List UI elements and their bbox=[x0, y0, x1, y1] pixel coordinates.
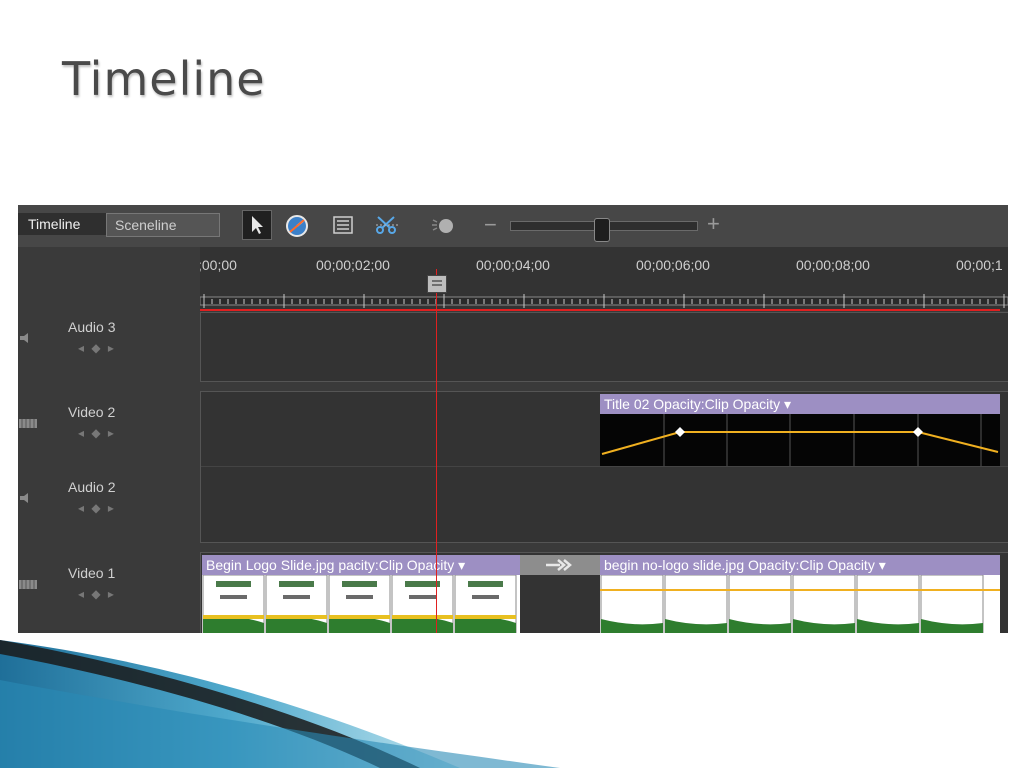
track-header-video-1[interactable]: Video 1 ◂ ◆ ▸ bbox=[18, 565, 200, 625]
track-name: Video 2 bbox=[68, 404, 116, 420]
decorative-swoosh bbox=[0, 640, 560, 768]
clip-thumbnails bbox=[202, 575, 520, 633]
ruler-ticks bbox=[200, 294, 1008, 308]
slide-title: Timeline bbox=[62, 52, 266, 106]
timecode-label: 00;00;04;00 bbox=[476, 257, 550, 273]
clip-opacity-label: pacity:Clip Opacity ▾ bbox=[338, 557, 466, 573]
transition-arrow-icon[interactable] bbox=[520, 555, 600, 575]
timecode-label: 00;00;1 bbox=[956, 257, 1003, 273]
timecode-label: 00;00;02;00 bbox=[316, 257, 390, 273]
scissors-icon bbox=[376, 216, 398, 234]
timecode-label: ;00;00 bbox=[198, 257, 237, 273]
track-name: Audio 2 bbox=[68, 479, 116, 495]
track-name: Audio 3 bbox=[68, 319, 116, 335]
clip-header: Begin Logo Slide.jpg pacity:Clip Opacity… bbox=[202, 555, 520, 575]
timecode-label: 00;00;08;00 bbox=[796, 257, 870, 273]
tab-timeline[interactable]: Timeline bbox=[18, 213, 106, 235]
speaker-icon bbox=[20, 333, 28, 343]
timecode-label: 00;00;06;00 bbox=[636, 257, 710, 273]
timeline-toolbar: Timeline Sceneline − + bbox=[18, 205, 1008, 248]
timeline-panel: Timeline Sceneline − + ;00;00 00;00;02;0… bbox=[18, 205, 1008, 633]
arrow-cursor-icon bbox=[252, 216, 263, 234]
work-area-bar[interactable] bbox=[200, 309, 1000, 311]
clip-begin-no-logo-slide[interactable]: begin no-logo slide.jpg Opacity:Clip Opa… bbox=[600, 555, 1000, 633]
stopwatch-icon bbox=[286, 215, 308, 237]
properties-button[interactable] bbox=[328, 210, 358, 240]
keyframe-nav[interactable]: ◂ ◆ ▸ bbox=[78, 426, 116, 440]
track-headers: Audio 3 ◂ ◆ ▸ Video 2 ◂ ◆ ▸ Audio 2 ◂ ◆ … bbox=[18, 247, 200, 633]
smart-mix-button[interactable] bbox=[428, 210, 458, 240]
clip-header: Title 02 Opacity:Clip Opacity ▾ bbox=[600, 394, 1000, 414]
playhead-line[interactable] bbox=[436, 269, 437, 633]
zoom-in-button[interactable]: + bbox=[707, 211, 720, 237]
keyframe-nav[interactable]: ◂ ◆ ▸ bbox=[78, 341, 116, 355]
tab-sceneline[interactable]: Sceneline bbox=[106, 213, 220, 237]
clip-name: Begin Logo Slide.jpg bbox=[206, 557, 339, 573]
clip-header: begin no-logo slide.jpg Opacity:Clip Opa… bbox=[600, 555, 1000, 575]
track-header-video-2[interactable]: Video 2 ◂ ◆ ▸ bbox=[18, 404, 200, 464]
selection-tool-button[interactable] bbox=[242, 210, 272, 240]
filmstrip-icon bbox=[19, 419, 37, 428]
speaker-icon bbox=[20, 493, 28, 503]
track-header-audio-3[interactable]: Audio 3 ◂ ◆ ▸ bbox=[18, 319, 200, 379]
track-header-audio-2[interactable]: Audio 2 ◂ ◆ ▸ bbox=[18, 479, 200, 539]
keyframe-nav[interactable]: ◂ ◆ ▸ bbox=[78, 501, 116, 515]
zoom-out-button[interactable]: − bbox=[484, 212, 497, 238]
clip-title-02[interactable]: Title 02 Opacity:Clip Opacity ▾ bbox=[600, 394, 1000, 466]
time-stretch-button[interactable] bbox=[282, 210, 312, 240]
record-dot-icon bbox=[432, 219, 453, 233]
split-clip-button[interactable] bbox=[372, 210, 402, 240]
list-icon bbox=[333, 216, 353, 234]
opacity-graph bbox=[600, 414, 1000, 466]
clip-thumbnails bbox=[600, 575, 1000, 633]
filmstrip-icon bbox=[19, 580, 37, 589]
clip-begin-logo-slide[interactable]: Begin Logo Slide.jpg pacity:Clip Opacity… bbox=[202, 555, 520, 633]
zoom-slider-thumb[interactable] bbox=[594, 218, 610, 242]
keyframe-nav[interactable]: ◂ ◆ ▸ bbox=[78, 587, 116, 601]
track-name: Video 1 bbox=[68, 565, 116, 581]
lane-audio-3[interactable] bbox=[200, 312, 1008, 382]
time-ruler[interactable]: ;00;00 00;00;02;00 00;00;04;00 00;00;06;… bbox=[198, 247, 1008, 311]
playhead-handle[interactable] bbox=[427, 275, 447, 293]
